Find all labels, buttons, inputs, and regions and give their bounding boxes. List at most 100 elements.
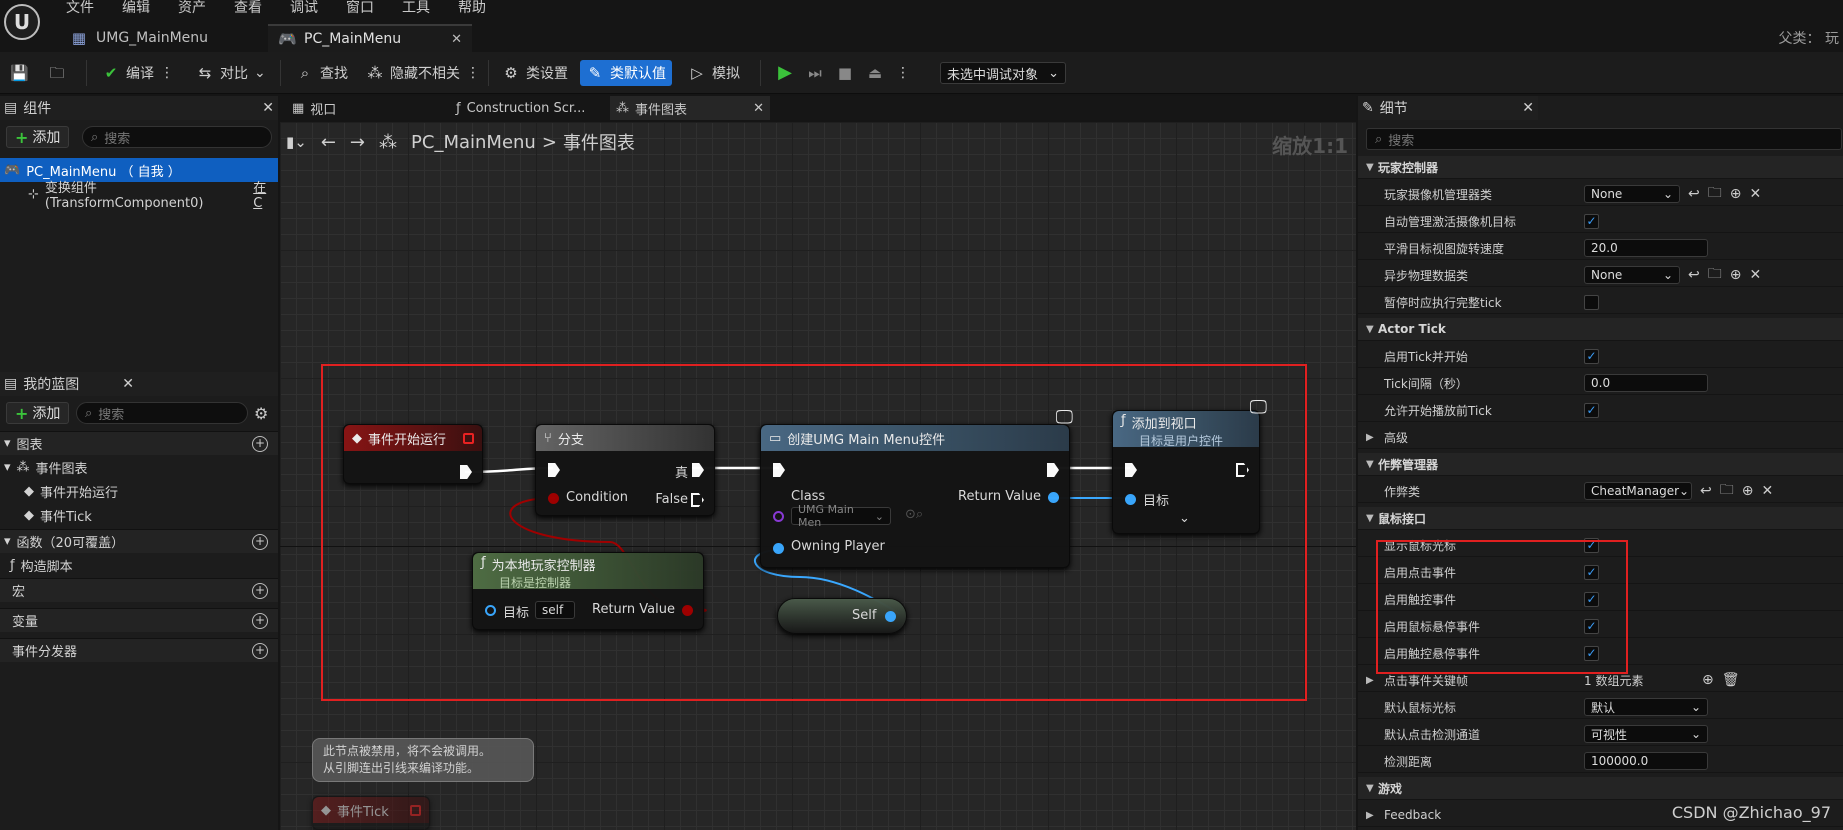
details-row[interactable]: ▼ Actor Tick (1358, 318, 1843, 341)
chevron-right-icon[interactable]: ▶ (1366, 432, 1374, 443)
section-variables[interactable]: 变量 + (0, 608, 278, 632)
browse-folder-icon[interactable]: 🗀 (1708, 182, 1722, 206)
component-transform-row[interactable]: ⊹ 变换组件 (TransformComponent0) 在C (0, 181, 278, 211)
add-function-icon[interactable]: + (252, 533, 268, 550)
property-input[interactable]: 20.0 (1584, 239, 1708, 257)
simulate-button[interactable]: ▷ 模拟 (682, 60, 746, 86)
play-button[interactable]: ▶ (770, 60, 800, 86)
add-component-button[interactable]: + 添加 (6, 126, 70, 148)
advance-frame-button[interactable]: ⏭ (800, 60, 830, 86)
add-icon[interactable]: ⊕ (1742, 483, 1754, 499)
clear-icon[interactable]: ✕ (1749, 186, 1761, 202)
add-icon[interactable]: ⊕ (1730, 186, 1742, 202)
debug-object-select[interactable]: 未选中调试对象 ⌄ (940, 62, 1066, 84)
browse-folder-icon[interactable]: 🗀 (1708, 263, 1722, 287)
tab-event-graph[interactable]: ⁂ 事件图表 ✕ (610, 96, 770, 120)
chevron-down-icon[interactable]: ▼ (1366, 513, 1374, 524)
list-item-event-graph[interactable]: ▾ ⁂ 事件图表 (0, 455, 278, 479)
tab-umg-mainmenu[interactable]: ▦ UMG_MainMenu (60, 24, 266, 52)
chevron-down-icon[interactable]: ▼ (1366, 162, 1374, 173)
find-button[interactable]: ⌕ 查找 (290, 60, 354, 86)
property-select[interactable]: None ⌄ (1584, 266, 1680, 284)
more-icon[interactable]: ⋮ (466, 65, 480, 81)
close-icon[interactable]: ✕ (753, 101, 764, 116)
menu-file[interactable]: 文件 (52, 0, 108, 16)
clear-icon[interactable]: ✕ (1761, 483, 1773, 499)
add-variable-icon[interactable]: + (252, 612, 268, 629)
tab-pc-mainmenu[interactable]: 🎮 PC_MainMenu ✕ (268, 24, 472, 52)
chevron-right-icon[interactable]: ▶ (1366, 675, 1374, 686)
class-defaults-button[interactable]: ✎ 类默认值 (580, 60, 672, 86)
menu-help[interactable]: 帮助 (444, 0, 500, 16)
components-search-input[interactable]: ⌕ 搜索 (82, 126, 272, 148)
property-select[interactable]: 可视性 ⌄ (1584, 725, 1708, 743)
node-event-tick-disabled[interactable]: ◆ 事件Tick (312, 796, 430, 830)
add-member-button[interactable]: + 添加 (6, 402, 70, 424)
chevron-down-icon[interactable]: ▼ (1366, 459, 1374, 470)
play-options-button[interactable]: ⋮ (890, 60, 916, 86)
tab-construction-script[interactable]: ƒ Construction Scr... (450, 96, 591, 120)
blueprint-search-input[interactable]: ⌕ 搜索 (76, 402, 248, 424)
diff-button[interactable]: ⇆ 对比 ⌄ (190, 60, 272, 86)
reset-icon[interactable]: ↩ (1700, 483, 1712, 499)
details-row[interactable]: ▼ 鼠标接口 (1358, 507, 1843, 530)
details-row[interactable]: ▼ 作弊管理器 (1358, 453, 1843, 476)
chevron-down-icon[interactable]: ▼ (1366, 324, 1374, 335)
chevron-right-icon[interactable]: ▶ (1366, 810, 1374, 821)
list-item-begin-play[interactable]: ◆ 事件开始运行 (0, 479, 278, 503)
section-graphs[interactable]: ▾ 图表 + (0, 431, 278, 455)
property-checkbox[interactable]: ✓ (1584, 213, 1599, 229)
gear-icon[interactable]: ⚙ (254, 404, 268, 423)
save-button[interactable]: 💾 (4, 60, 34, 86)
property-input[interactable]: 0.0 (1584, 374, 1708, 392)
add-dispatcher-icon[interactable]: + (252, 642, 268, 659)
property-select[interactable]: CheatManager ⌄ (1584, 482, 1692, 500)
property-checkbox[interactable] (1584, 294, 1599, 310)
close-icon[interactable]: ✕ (451, 32, 462, 47)
browse-folder-icon[interactable]: 🗀 (1720, 479, 1734, 503)
clear-icon[interactable]: ✕ (1749, 267, 1761, 283)
delete-icon[interactable]: 🗑 (1722, 672, 1740, 688)
compile-button[interactable]: ✔ 编译 ⋮ (96, 60, 180, 86)
details-row[interactable]: ▼ 游戏 (1358, 777, 1843, 800)
property-input[interactable]: 100000.0 (1584, 752, 1708, 770)
property-select[interactable]: None ⌄ (1584, 185, 1680, 203)
component-transform-link[interactable]: 在C (253, 177, 278, 211)
add-macro-icon[interactable]: + (252, 582, 268, 599)
more-icon[interactable]: ⋮ (160, 65, 174, 81)
menu-tools[interactable]: 工具 (388, 0, 444, 16)
stop-button[interactable]: ■ (830, 60, 860, 86)
chevron-down-icon[interactable]: ▼ (1366, 783, 1374, 794)
class-settings-button[interactable]: ⚙ 类设置 (496, 60, 574, 86)
tab-viewport[interactable]: ▦ 视口 (286, 96, 342, 120)
property-checkbox[interactable]: ✓ (1584, 348, 1599, 364)
details-row[interactable]: ▶ 高级 (1358, 426, 1843, 449)
browse-button[interactable]: 🗀 (42, 60, 72, 86)
menu-view[interactable]: 查看 (220, 0, 276, 16)
list-item-construction-script[interactable]: ƒ 构造脚本 (0, 553, 278, 577)
eject-button[interactable]: ⏏ (860, 60, 890, 86)
details-row[interactable]: ▼ 玩家控制器 (1358, 156, 1843, 179)
details-search-input[interactable]: ⌕ 搜索 (1366, 128, 1842, 150)
section-event-dispatchers[interactable]: 事件分发器 + (0, 638, 278, 662)
menu-asset[interactable]: 资产 (164, 0, 220, 16)
list-item-tick[interactable]: ◆ 事件Tick (0, 503, 278, 527)
reset-icon[interactable]: ↩ (1688, 267, 1700, 283)
close-icon[interactable]: ✕ (1522, 100, 1534, 116)
menu-edit[interactable]: 编辑 (108, 0, 164, 16)
unreal-logo-icon[interactable]: U (4, 4, 40, 40)
details-row: 允许开始播放前Tick ✓ (1358, 399, 1843, 422)
section-macros[interactable]: 宏 + (0, 578, 278, 602)
hide-unrelated-button[interactable]: ⁂ 隐藏不相关 ⋮ (360, 60, 486, 86)
menu-window[interactable]: 窗口 (332, 0, 388, 16)
add-icon[interactable]: ⊕ (1730, 267, 1742, 283)
property-checkbox[interactable]: ✓ (1584, 402, 1599, 418)
reset-icon[interactable]: ↩ (1688, 186, 1700, 202)
menu-debug[interactable]: 调试 (276, 0, 332, 16)
close-icon[interactable]: ✕ (122, 376, 134, 392)
property-select[interactable]: 默认 ⌄ (1584, 698, 1708, 716)
close-icon[interactable]: ✕ (262, 100, 274, 116)
add-graph-icon[interactable]: + (252, 435, 268, 452)
section-functions[interactable]: ▾ 函数（20可覆盖） + (0, 529, 278, 553)
add-element-icon[interactable]: ⊕ (1702, 672, 1714, 688)
